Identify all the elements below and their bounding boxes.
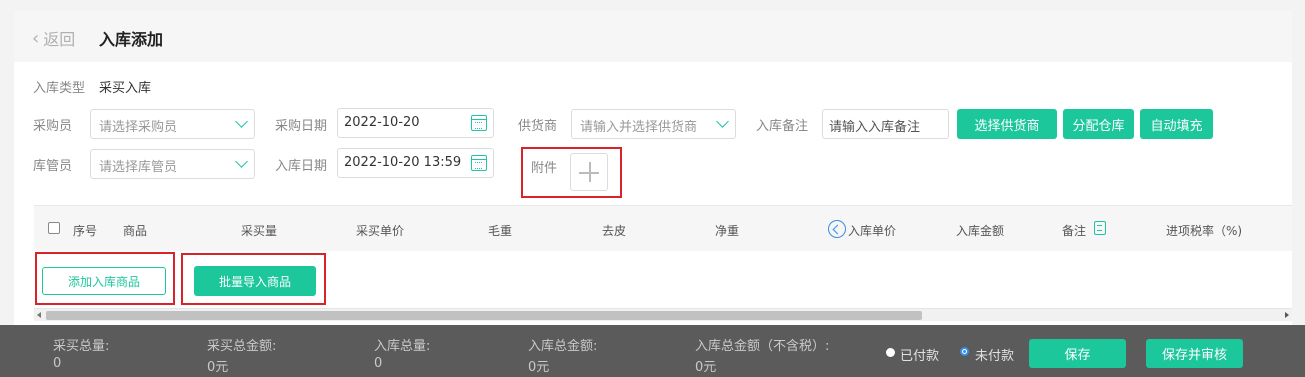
buyer-select[interactable]: 请选择采购员 <box>90 109 255 139</box>
type-label: 入库类型 <box>33 81 86 96</box>
supplier-placeholder: 请输入并选择供货商 <box>580 120 698 135</box>
summary-value: 0元 <box>207 360 229 375</box>
summary-label: 采买总量: <box>53 339 110 354</box>
save-and-audit-button[interactable]: 保存并审核 <box>1146 339 1243 368</box>
attachment-label: 附件 <box>531 161 558 176</box>
chevron-down-icon <box>235 155 248 168</box>
chevron-down-icon <box>235 115 248 128</box>
scroll-left-arrow-icon[interactable] <box>37 312 41 318</box>
col-purchase-qty: 采买量 <box>241 224 278 238</box>
type-value: 采买入库 <box>99 81 152 96</box>
batch-remark-icon[interactable] <box>1094 221 1106 235</box>
purchase-date-label: 采购日期 <box>275 119 328 134</box>
collapse-left-icon[interactable] <box>828 220 846 238</box>
chevron-down-icon <box>716 115 729 128</box>
buyer-label: 采购员 <box>33 119 73 134</box>
add-stock-item-button[interactable]: 添加入库商品 <box>42 267 166 295</box>
batch-import-button[interactable]: 批量导入商品 <box>194 266 316 296</box>
save-button[interactable]: 保存 <box>1029 339 1126 368</box>
summary-label: 入库总金额（不含税）: <box>695 339 830 354</box>
summary-value: 0 <box>53 356 62 371</box>
col-index: 序号 <box>73 224 98 238</box>
stock-date-input[interactable]: 2022-10-20 13:59 <box>337 148 494 178</box>
purchase-date-value: 2022-10-20 <box>344 115 420 130</box>
col-stock-price: 入库单价 <box>848 224 897 238</box>
summary-label: 采买总金额: <box>207 339 277 354</box>
remark-label: 入库备注 <box>756 119 809 134</box>
auto-fill-button[interactable]: 自动填充 <box>1140 109 1213 139</box>
remark-input[interactable]: 请输入入库备注 <box>822 109 949 139</box>
calendar-icon <box>471 155 487 171</box>
scroll-thumb[interactable] <box>46 311 922 320</box>
select-supplier-button[interactable]: 选择供货商 <box>957 109 1057 139</box>
page-header: ‹ 返回 入库添加 <box>14 10 1292 62</box>
paid-radio[interactable] <box>886 348 895 357</box>
select-all-checkbox[interactable] <box>48 222 60 234</box>
chevron-left-icon: ‹ <box>32 27 40 49</box>
col-tare: 去皮 <box>602 224 627 238</box>
summary-label: 入库总金额: <box>528 339 598 354</box>
stock-date-value: 2022-10-20 13:59 <box>344 155 462 170</box>
upload-plus-icon[interactable] <box>570 153 608 191</box>
col-gross-weight: 毛重 <box>488 224 513 238</box>
buyer-placeholder: 请选择采购员 <box>99 120 178 135</box>
summary-value: 0元 <box>528 360 550 375</box>
purchase-date-input[interactable]: 2022-10-20 <box>337 108 494 138</box>
calendar-icon <box>471 115 487 131</box>
summary-label: 入库总量: <box>374 339 431 354</box>
summary-footer: 采买总量: 0 采买总金额: 0元 入库总量: 0 入库总金额: 0元 入库总金… <box>0 325 1305 377</box>
horizontal-scrollbar[interactable] <box>34 308 1292 321</box>
supplier-select[interactable]: 请输入并选择供货商 <box>571 109 736 139</box>
scroll-right-arrow-icon[interactable] <box>1285 312 1289 318</box>
unpaid-label: 未付款 <box>975 349 1015 364</box>
summary-value: 0 <box>374 356 383 371</box>
back-label: 返回 <box>43 30 76 49</box>
summary-value: 0元 <box>695 360 717 375</box>
paid-label: 已付款 <box>900 349 940 364</box>
col-remark: 备注 <box>1062 224 1087 238</box>
keeper-select[interactable]: 请选择库管员 <box>90 149 255 179</box>
page-title: 入库添加 <box>99 30 164 49</box>
unpaid-radio[interactable] <box>960 347 969 356</box>
stock-date-label: 入库日期 <box>275 159 328 174</box>
back-button[interactable]: ‹ 返回 <box>32 26 75 50</box>
remark-placeholder: 请输入入库备注 <box>829 120 921 135</box>
stock-in-panel: ‹ 返回 入库添加 入库类型 采买入库 采购员 请选择采购员 采购日期 2022… <box>14 10 1292 377</box>
items-table-header: 序号 商品 采买量 采买单价 毛重 去皮 净重 入库单价 入库金额 备注 进项税… <box>34 205 1292 251</box>
col-purchase-price: 采买单价 <box>356 224 405 238</box>
keeper-label: 库管员 <box>33 159 73 174</box>
col-stock-amount: 入库金额 <box>956 224 1005 238</box>
col-net-weight: 净重 <box>715 224 740 238</box>
assign-warehouse-button[interactable]: 分配仓库 <box>1063 109 1134 139</box>
col-product: 商品 <box>123 224 148 238</box>
keeper-placeholder: 请选择库管员 <box>99 160 178 175</box>
col-tax-rate: 进项税率（%) <box>1166 224 1243 238</box>
supplier-label: 供货商 <box>518 119 558 134</box>
